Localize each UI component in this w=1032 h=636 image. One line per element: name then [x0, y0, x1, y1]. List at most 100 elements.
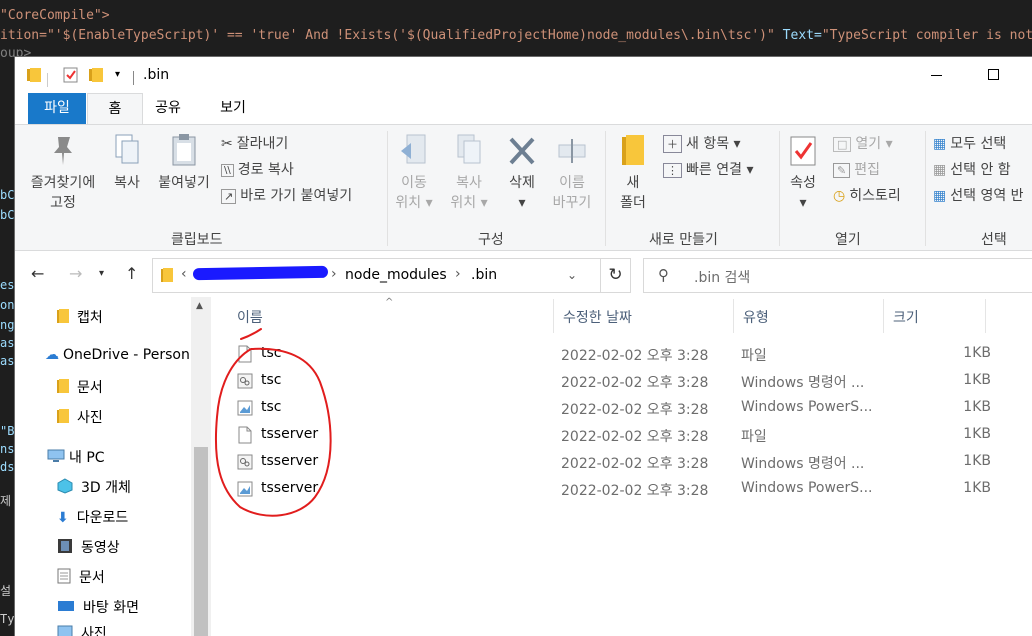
column-divider[interactable] — [553, 299, 554, 333]
file-row[interactable]: tsc 2022-02-02 오후 3:28 Windows PowerS... 1K… — [233, 395, 1013, 422]
search-box[interactable]: ⚲ .bin 검색 — [643, 258, 1032, 293]
code-fragment: ds — [0, 460, 15, 474]
refresh-icon: ↻ — [608, 265, 623, 285]
nav-item-this-pc[interactable]: 내 PC — [47, 447, 105, 467]
file-name: tsc — [261, 345, 282, 361]
nav-item-capture[interactable]: 캡처 — [57, 307, 103, 328]
new-folder-button[interactable]: 새 폴더 — [613, 133, 653, 213]
scrollbar-thumb[interactable] — [194, 447, 208, 636]
paste-shortcut-button[interactable]: ↗ 바로 가기 붙여넣기 — [221, 185, 352, 205]
file-date: 2022-02-02 오후 3:28 — [561, 402, 709, 418]
customize-toolbar-icon[interactable]: ▾ — [115, 69, 120, 80]
back-arrow-icon[interactable]: ← — [31, 264, 44, 283]
breadcrumb-bin[interactable]: .bin — [471, 267, 497, 283]
refresh-button[interactable]: ↻ — [601, 258, 631, 293]
file-name: tsserver — [261, 426, 319, 442]
new-item-button[interactable]: ＋ 새 항목 ▾ — [663, 133, 741, 153]
copy-to-icon — [443, 133, 495, 173]
nav-item-3d-objects[interactable]: 3D 개체 — [57, 477, 131, 498]
file-row[interactable]: tsserver 2022-02-02 오후 3:28 Windows 명령어 ..… — [233, 449, 1013, 476]
breadcrumb-node-modules[interactable]: node_modules — [345, 267, 447, 283]
file-type: Windows 명령어 ... — [741, 375, 865, 391]
tab-file[interactable]: 파일 — [28, 93, 86, 124]
nav-item-onedrive-documents[interactable]: 문서 — [57, 377, 103, 398]
window-title: .bin — [143, 67, 170, 83]
easy-access-button[interactable]: ⋮ 빠른 연결 ▾ — [663, 159, 753, 179]
code-fragment: 제 — [0, 494, 12, 508]
scissors-icon: ✂ — [221, 136, 233, 152]
file-type: Windows PowerS... — [741, 480, 873, 496]
nav-item-onedrive[interactable]: ☁ OneDrive - Person — [45, 347, 190, 363]
history-button[interactable]: ◷ 히스토리 — [833, 185, 901, 205]
nav-item-videos[interactable]: 동영상 — [57, 537, 120, 558]
paste-button[interactable]: 붙여넣기 — [153, 133, 215, 193]
cut-button[interactable]: ✂ 잘라내기 — [221, 133, 288, 153]
code-fragment: bC — [0, 208, 15, 222]
tab-home[interactable]: 홈 — [87, 93, 143, 125]
new-folder-quick-icon[interactable] — [89, 67, 103, 87]
file-date: 2022-02-02 오후 3:28 — [561, 348, 709, 364]
file-row[interactable]: tsc 2022-02-02 오후 3:28 Windows 명령어 ... 1KB — [233, 368, 1013, 395]
pin-to-quick-access-button[interactable]: 즐겨찾기에 고정 — [25, 133, 101, 213]
invert-selection-button[interactable]: ▦ 선택 영역 반 — [933, 185, 1024, 205]
select-none-button[interactable]: ▦ 선택 안 함 — [933, 159, 1011, 179]
nav-item-documents[interactable]: 문서 — [57, 567, 105, 588]
nav-item-downloads[interactable]: ⬇ 다운로드 — [57, 507, 128, 527]
tab-view[interactable]: 보기 — [205, 93, 261, 124]
recent-locations-chevron-icon[interactable]: ▾ — [99, 268, 104, 279]
maximize-button[interactable] — [988, 69, 999, 80]
code-line-1: "CoreCompile"> — [0, 8, 110, 23]
nav-item-desktop[interactable]: 바탕 화면 — [57, 597, 139, 617]
paste-icon — [153, 133, 215, 173]
new-folder-icon — [613, 133, 653, 173]
divider — [925, 131, 926, 246]
up-arrow-icon[interactable]: ↑ — [125, 264, 138, 283]
properties-button[interactable]: 속성 ▾ — [783, 133, 823, 213]
open-button[interactable]: □ 열기 ▾ — [833, 133, 893, 153]
folder-icon — [161, 268, 173, 287]
column-header-date[interactable]: 수정한 날짜 — [563, 307, 632, 337]
cube-icon — [57, 478, 73, 498]
breadcrumb-separator[interactable]: › — [455, 266, 461, 282]
breadcrumb-separator[interactable]: › — [331, 266, 337, 282]
file-size: 1KB — [963, 372, 991, 388]
download-arrow-icon: ⬇ — [57, 510, 69, 526]
column-header-type[interactable]: 유형 — [743, 307, 769, 337]
column-header-name[interactable]: 이름 — [237, 307, 263, 337]
edit-label: 편집 — [854, 162, 880, 178]
navigation-pane-scrollbar[interactable]: ▲ — [191, 297, 211, 636]
select-all-button[interactable]: ▦ 모두 선택 — [933, 133, 1006, 153]
column-divider[interactable] — [985, 299, 986, 333]
nav-item-pictures[interactable]: 사진 — [57, 623, 107, 636]
folder-icon — [57, 408, 69, 428]
edit-button[interactable]: ✎ 편집 — [833, 159, 880, 179]
column-divider[interactable] — [733, 299, 734, 333]
file-row[interactable]: tsserver 2022-02-02 오후 3:28 Windows PowerS… — [233, 476, 1013, 503]
move-to-button[interactable]: 이동 위치 ▾ — [389, 133, 439, 213]
chevron-down-icon: ▾ — [885, 136, 893, 152]
forward-arrow-icon[interactable]: → — [69, 264, 82, 283]
file-row[interactable]: tsc 2022-02-02 오후 3:28 파일 1KB — [233, 341, 1013, 368]
scroll-up-arrow-icon[interactable]: ▲ — [196, 301, 203, 311]
nav-item-onedrive-pictures[interactable]: 사진 — [57, 407, 103, 428]
copy-to-button[interactable]: 복사 위치 ▾ — [443, 133, 495, 213]
delete-button[interactable]: 삭제 ▾ — [501, 133, 543, 213]
copy-path-button[interactable]: \\ 경로 복사 — [221, 159, 294, 179]
code-fragment: Ty — [0, 612, 15, 626]
rename-button[interactable]: 이름 바꾸기 — [549, 133, 595, 213]
address-bar[interactable]: ‹ › node_modules › .bin ⌄ — [152, 258, 601, 293]
address-dropdown-chevron-icon[interactable]: ⌄ — [567, 268, 577, 282]
copy-button[interactable]: 복사 — [107, 133, 147, 193]
file-explorer-window: ▾ .bin 파일 홈 공유 보기 즐겨찾기에 고정 복사 붙여넣기 ✂ 잘라내… — [14, 56, 1032, 636]
tab-share[interactable]: 공유 — [143, 93, 193, 124]
select-none-icon: ▦ — [933, 162, 947, 178]
column-header-size[interactable]: 크기 — [893, 307, 919, 337]
edit-icon: ✎ — [833, 162, 851, 178]
minimize-button[interactable] — [931, 75, 942, 76]
column-divider[interactable] — [883, 299, 884, 333]
file-size: 1KB — [963, 480, 991, 496]
navigation-bar: ← → ▾ ↑ ‹ › node_modules › .bin ⌄ ↻ ⚲ .b… — [15, 252, 1032, 297]
pin-label-2: 고정 — [50, 195, 76, 211]
file-row[interactable]: tsserver 2022-02-02 오후 3:28 파일 1KB — [233, 422, 1013, 449]
properties-quick-icon[interactable] — [63, 67, 79, 87]
